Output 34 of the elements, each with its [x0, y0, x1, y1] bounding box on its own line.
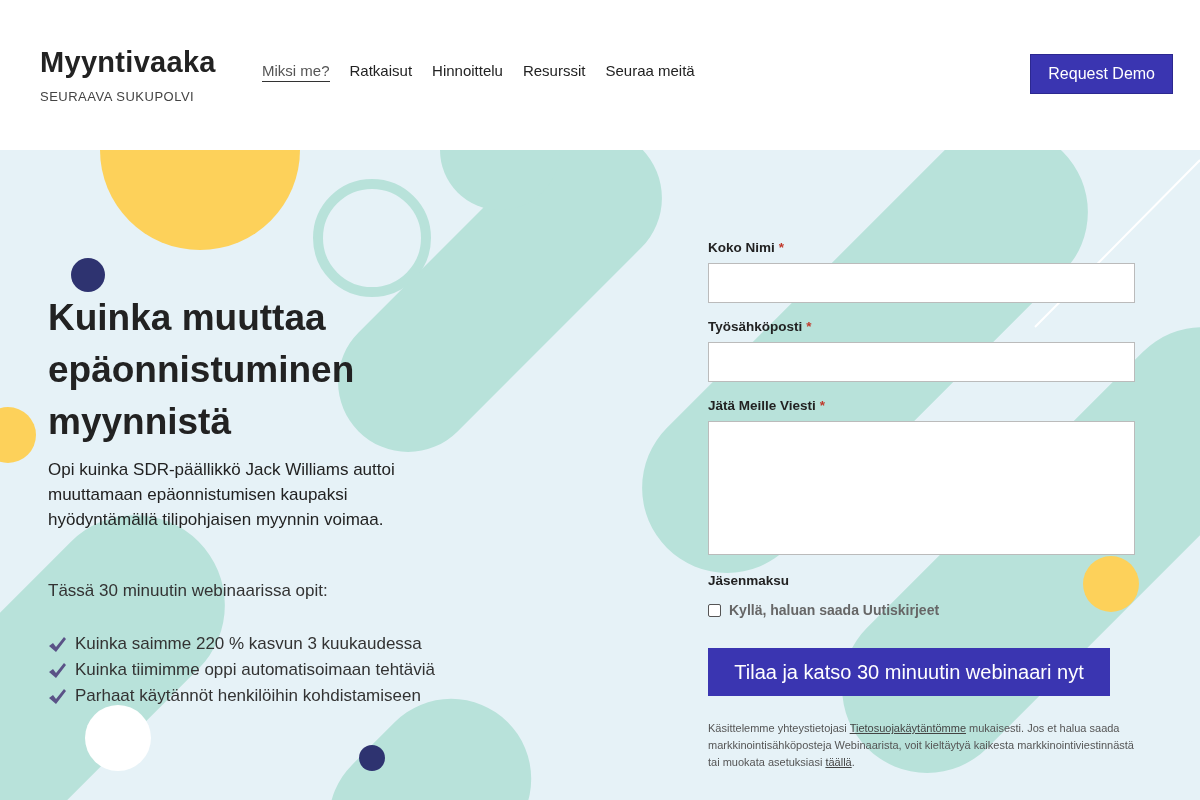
- brand-name[interactable]: Myyntivaaka: [40, 46, 262, 79]
- nav-link[interactable]: Hinnoittelu: [432, 62, 503, 82]
- circle-shape: [85, 705, 151, 771]
- input-field[interactable]: [708, 263, 1135, 303]
- hero-heading: Kuinka muuttaa epäonnistuminen myynnistä: [48, 296, 356, 444]
- checkbox-label[interactable]: Kyllä, haluan saada Uutiskirjeet: [729, 602, 940, 618]
- nav-link[interactable]: Seuraa meitä: [605, 62, 695, 82]
- nav-link[interactable]: Resurssit: [522, 62, 586, 82]
- checkmark-icon: [48, 687, 67, 705]
- field-label: Työsähköposti *: [708, 319, 813, 334]
- input-field[interactable]: [708, 342, 1135, 382]
- dot-shape: [359, 745, 385, 771]
- section-label: Jäsenmaksu: [708, 573, 791, 588]
- checkmark-icon: [48, 661, 67, 679]
- brand-tagline: SEURAAVA SUKUPOLVI: [40, 89, 196, 104]
- nav-link[interactable]: Miksi me?: [262, 62, 330, 82]
- circle-shape: [1083, 556, 1139, 612]
- dot-shape: [71, 258, 105, 292]
- nav-link[interactable]: Ratkaisut: [349, 62, 413, 82]
- settings-link[interactable]: täällä: [825, 756, 852, 768]
- field-label: Jätä Meille Viesti *: [708, 398, 827, 413]
- benefit-text: Parhaat käytännöt henkilöihin kohdistamiseen: [75, 686, 421, 706]
- request-demo-button[interactable]: Request Demo: [1030, 54, 1173, 94]
- list-intro: Tässä 30 minuutin webinaarissa opit:: [48, 581, 329, 601]
- privacy-policy-link[interactable]: Tietosuojakäytäntömme: [849, 722, 966, 734]
- submit-button[interactable]: Tilaa ja katso 30 minuutin webinaari nyt: [708, 648, 1110, 696]
- hero-description: Opi kuinka SDR-päällikkö Jack Williams auttoi muuttamaan epäonnistumisen kaupaksi hyödyntämällä tilipohjaisen myynnin voimaa.: [48, 459, 396, 531]
- field-label: Koko Nimi *: [708, 240, 786, 255]
- privacy-notice: Käsittelemme yhteystietojasi Tietosuojakäytäntömme mukaisesti. Jos et halua saada markkinointisähköposteja Webinaarista, voit kieltäytyä kaikesta markkinointiviestinnästä tai muokata asetuksiasi täällä.: [708, 721, 1135, 770]
- benefit-text: Kuinka saimme 220 % kasvun 3 kuukaudessa: [75, 634, 422, 654]
- checkmark-icon: [48, 635, 67, 653]
- benefit-text: Kuinka tiimimme oppi automatisoimaan tehtäviä: [75, 660, 435, 680]
- checkbox[interactable]: [708, 603, 721, 617]
- message-field[interactable]: [708, 421, 1135, 555]
